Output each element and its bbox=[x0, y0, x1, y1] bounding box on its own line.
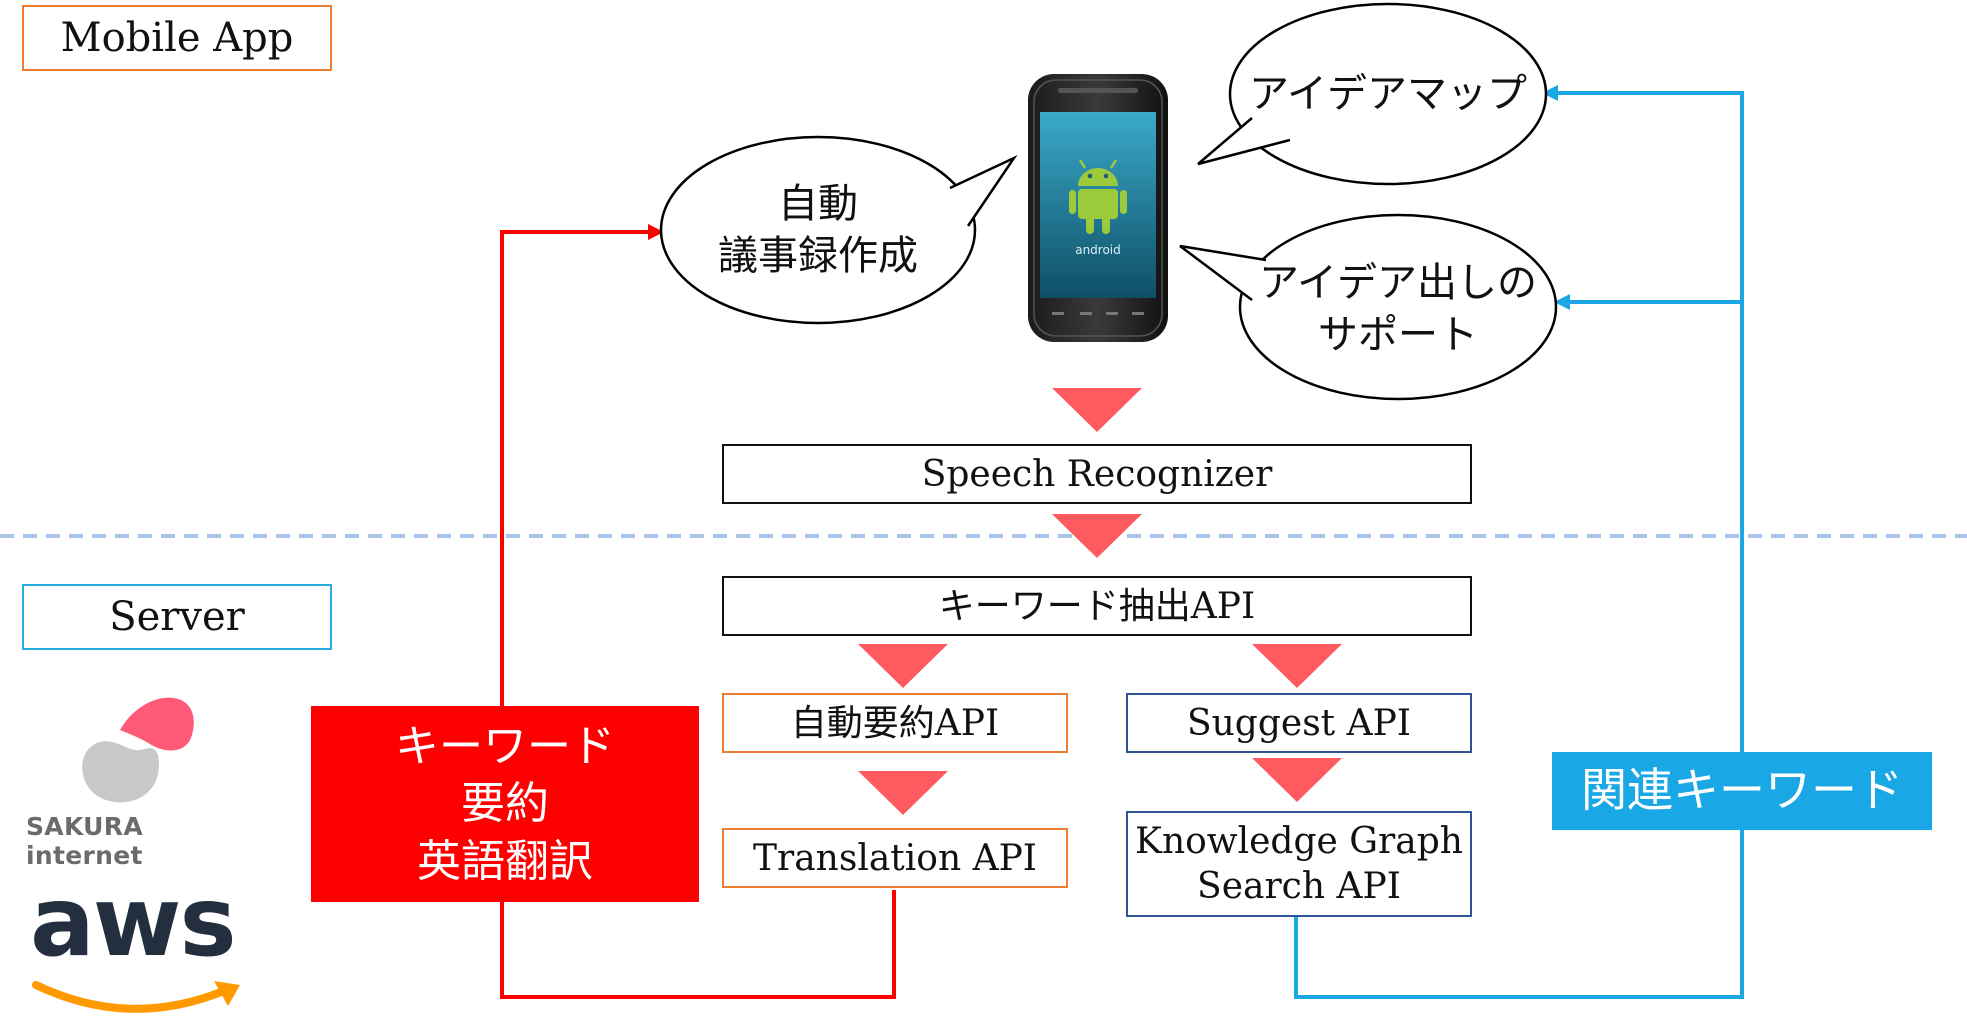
auto-summary-api-box: 自動要約API bbox=[722, 693, 1068, 753]
phone-os-label: android bbox=[1075, 243, 1121, 257]
bubble-idea-support-text: アイデア出しの サポート bbox=[1259, 260, 1537, 358]
mobile-app-label: Mobile App bbox=[22, 5, 332, 71]
server-label: Server bbox=[22, 584, 332, 650]
keyword-extraction-api-box: キーワード抽出API bbox=[722, 576, 1472, 636]
flow-arrow-1 bbox=[1052, 388, 1142, 432]
sakura-logo-icon bbox=[82, 697, 194, 803]
bubble-minutes-text: 自動 議事録作成 bbox=[718, 181, 918, 279]
bubble-idea-map-text: アイデアマップ bbox=[1249, 71, 1527, 117]
keyword-summary-translation-callout: キーワード 要約 英語翻訳 bbox=[311, 706, 699, 902]
related-keywords-callout: 関連キーワード bbox=[1552, 752, 1932, 830]
sakura-internet-wordmark: SAKURA internet bbox=[26, 812, 143, 870]
speech-recognizer-box: Speech Recognizer bbox=[722, 444, 1472, 504]
knowledge-graph-api-box: Knowledge Graph Search API bbox=[1126, 811, 1472, 917]
translation-api-box: Translation API bbox=[722, 828, 1068, 888]
android-phone-icon: android bbox=[1028, 74, 1168, 342]
flow-arrow-5 bbox=[858, 771, 948, 815]
flow-arrow-3 bbox=[858, 644, 948, 688]
suggest-api-box: Suggest API bbox=[1126, 693, 1472, 753]
aws-logo-icon: aws bbox=[30, 866, 240, 1013]
flow-arrow-6 bbox=[1252, 758, 1342, 802]
flow-arrow-4 bbox=[1252, 644, 1342, 688]
aws-logo-text: aws bbox=[30, 866, 235, 978]
